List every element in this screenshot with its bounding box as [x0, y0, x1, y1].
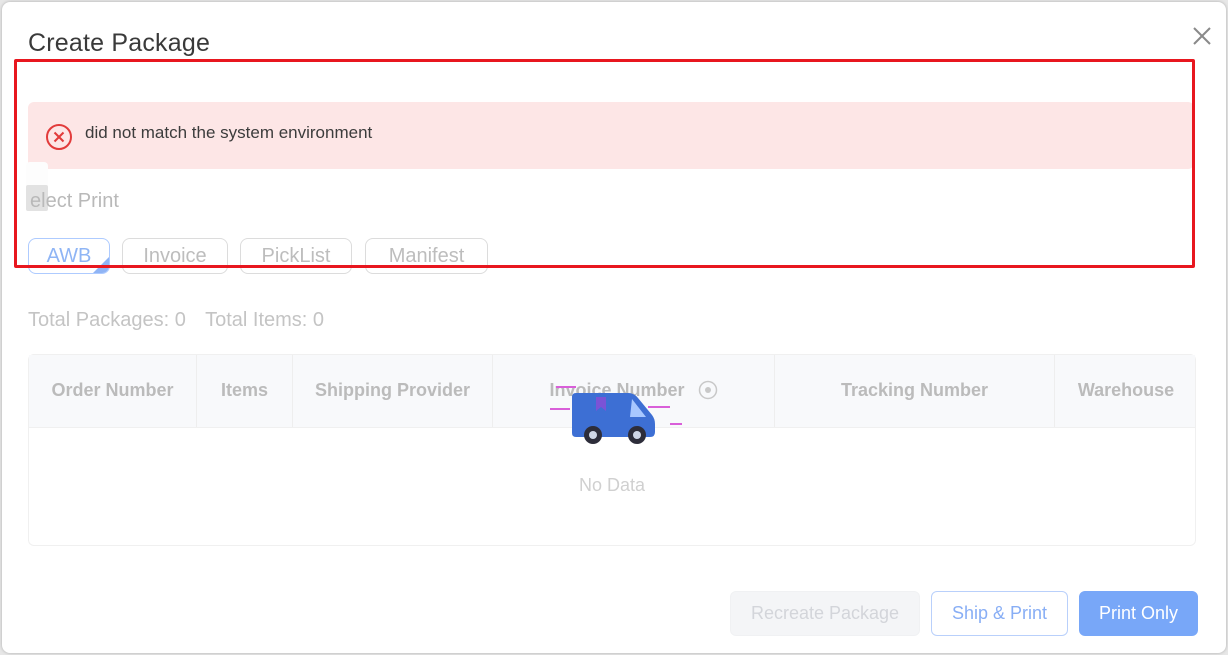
- tab-invoice[interactable]: Invoice: [122, 238, 228, 274]
- column-header: Order Number: [29, 355, 197, 427]
- tab-manifest[interactable]: Manifest: [365, 238, 488, 274]
- column-header: Shipping Provider: [293, 355, 493, 427]
- alert-message: did not match the system environment: [85, 123, 373, 142]
- totals-summary: Total Packages: 0 Total Items: 0: [28, 309, 338, 332]
- tab-label: Manifest: [388, 245, 465, 267]
- selected-corner-icon: [93, 257, 109, 273]
- select-print-label: elect Print: [30, 190, 119, 212]
- tab-label: Invoice: [143, 245, 207, 267]
- ship-and-print-button[interactable]: Ship & Print: [931, 591, 1068, 636]
- column-header: Warehouse: [1077, 380, 1175, 400]
- recreate-package-button[interactable]: Recreate Package: [730, 591, 920, 636]
- close-icon: [1193, 27, 1211, 45]
- total-packages: Total Packages: 0: [28, 309, 186, 331]
- column-header: Items: [197, 355, 293, 427]
- column-header: Tracking Number: [775, 355, 1055, 427]
- tab-picklist[interactable]: PickList: [240, 238, 352, 274]
- tab-awb[interactable]: AWB: [28, 238, 110, 274]
- close-button[interactable]: [1188, 22, 1216, 50]
- help-icon[interactable]: [698, 380, 718, 400]
- error-circle-icon: [46, 124, 72, 150]
- total-items: Total Items: 0: [205, 309, 325, 331]
- tab-label: AWB: [46, 245, 92, 267]
- create-package-dialog: Create Package did not match the system …: [2, 2, 1226, 653]
- error-alert: did not match the system environment: [28, 102, 1194, 169]
- tab-label: PickList: [261, 245, 331, 267]
- empty-state-text: No Data: [578, 475, 646, 495]
- delivery-truck-icon: [550, 386, 682, 444]
- dialog-title: Create Package: [28, 29, 211, 57]
- print-only-button[interactable]: Print Only: [1079, 591, 1198, 636]
